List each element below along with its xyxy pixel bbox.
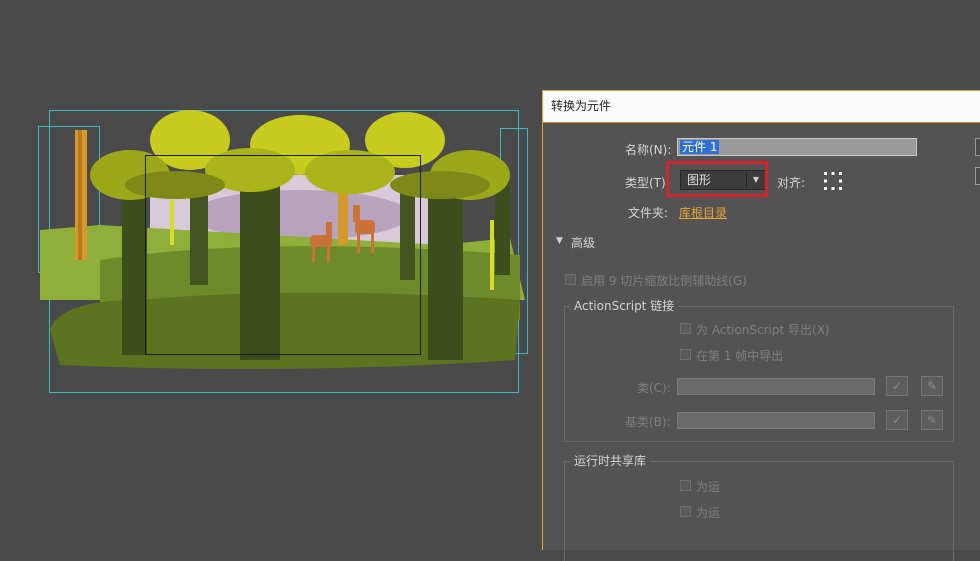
base-class-input[interactable]	[677, 412, 875, 429]
export-actionscript-label: 为 ActionScript 导出(X)	[696, 323, 830, 337]
export-frame1-label: 在第 1 帧中导出	[696, 349, 784, 363]
advanced-toggle-label[interactable]: 高级	[571, 234, 595, 251]
selection-rectangle	[145, 155, 421, 355]
advanced-toggle-icon[interactable]: ▼	[556, 236, 563, 246]
folder-label: 文件夹:	[628, 206, 669, 220]
dialog-title: 转换为元件	[543, 91, 980, 123]
convert-to-symbol-dialog: 转换为元件 名称(N): 元件 1 类型(T): 图形 ▼ 对齐: 文件夹: 库…	[542, 90, 980, 561]
edit-base-class-button[interactable]: ✎	[921, 410, 943, 430]
folder-link[interactable]: 库根目录	[679, 204, 727, 221]
runtime-import-checkbox[interactable]	[680, 506, 691, 517]
registration-grid-icon[interactable]	[823, 171, 843, 191]
check-icon: ✓	[891, 413, 903, 427]
validate-base-class-button[interactable]: ✓	[886, 410, 908, 430]
runtime-shared-library-group	[564, 461, 954, 561]
export-actionscript-checkbox[interactable]	[680, 323, 691, 334]
highlight-box	[666, 161, 768, 197]
stage-canvas[interactable]	[0, 0, 545, 535]
base-class-label: 基类(B):	[625, 415, 671, 429]
validate-class-button[interactable]: ✓	[886, 376, 908, 396]
scale9-label: 启用 9 切片缩放比例辅助线(G)	[581, 274, 747, 288]
runtime-import-label: 为运	[696, 506, 721, 520]
edit-class-button[interactable]: ✎	[921, 376, 943, 396]
pencil-icon: ✎	[926, 379, 938, 393]
name-input[interactable]: 元件 1	[677, 138, 917, 156]
runtime-export-label: 为运	[696, 480, 721, 494]
scale9-checkbox[interactable]	[565, 274, 576, 285]
ok-button-edge[interactable]	[975, 138, 980, 156]
runtime-export-checkbox[interactable]	[680, 480, 691, 491]
class-input[interactable]	[677, 378, 875, 395]
check-icon: ✓	[891, 379, 903, 393]
class-label: 类(C):	[637, 381, 671, 395]
actionscript-group-title: ActionScript 链接	[570, 297, 679, 314]
type-label: 类型(T):	[625, 176, 670, 190]
pencil-icon: ✎	[926, 413, 938, 427]
align-label: 对齐:	[777, 176, 806, 190]
name-input-value: 元件 1	[680, 140, 720, 154]
export-frame1-checkbox[interactable]	[680, 349, 691, 360]
cancel-button-edge[interactable]	[975, 167, 980, 185]
name-label: 名称(N):	[625, 143, 672, 157]
runtime-group-title: 运行时共享库	[570, 452, 651, 469]
